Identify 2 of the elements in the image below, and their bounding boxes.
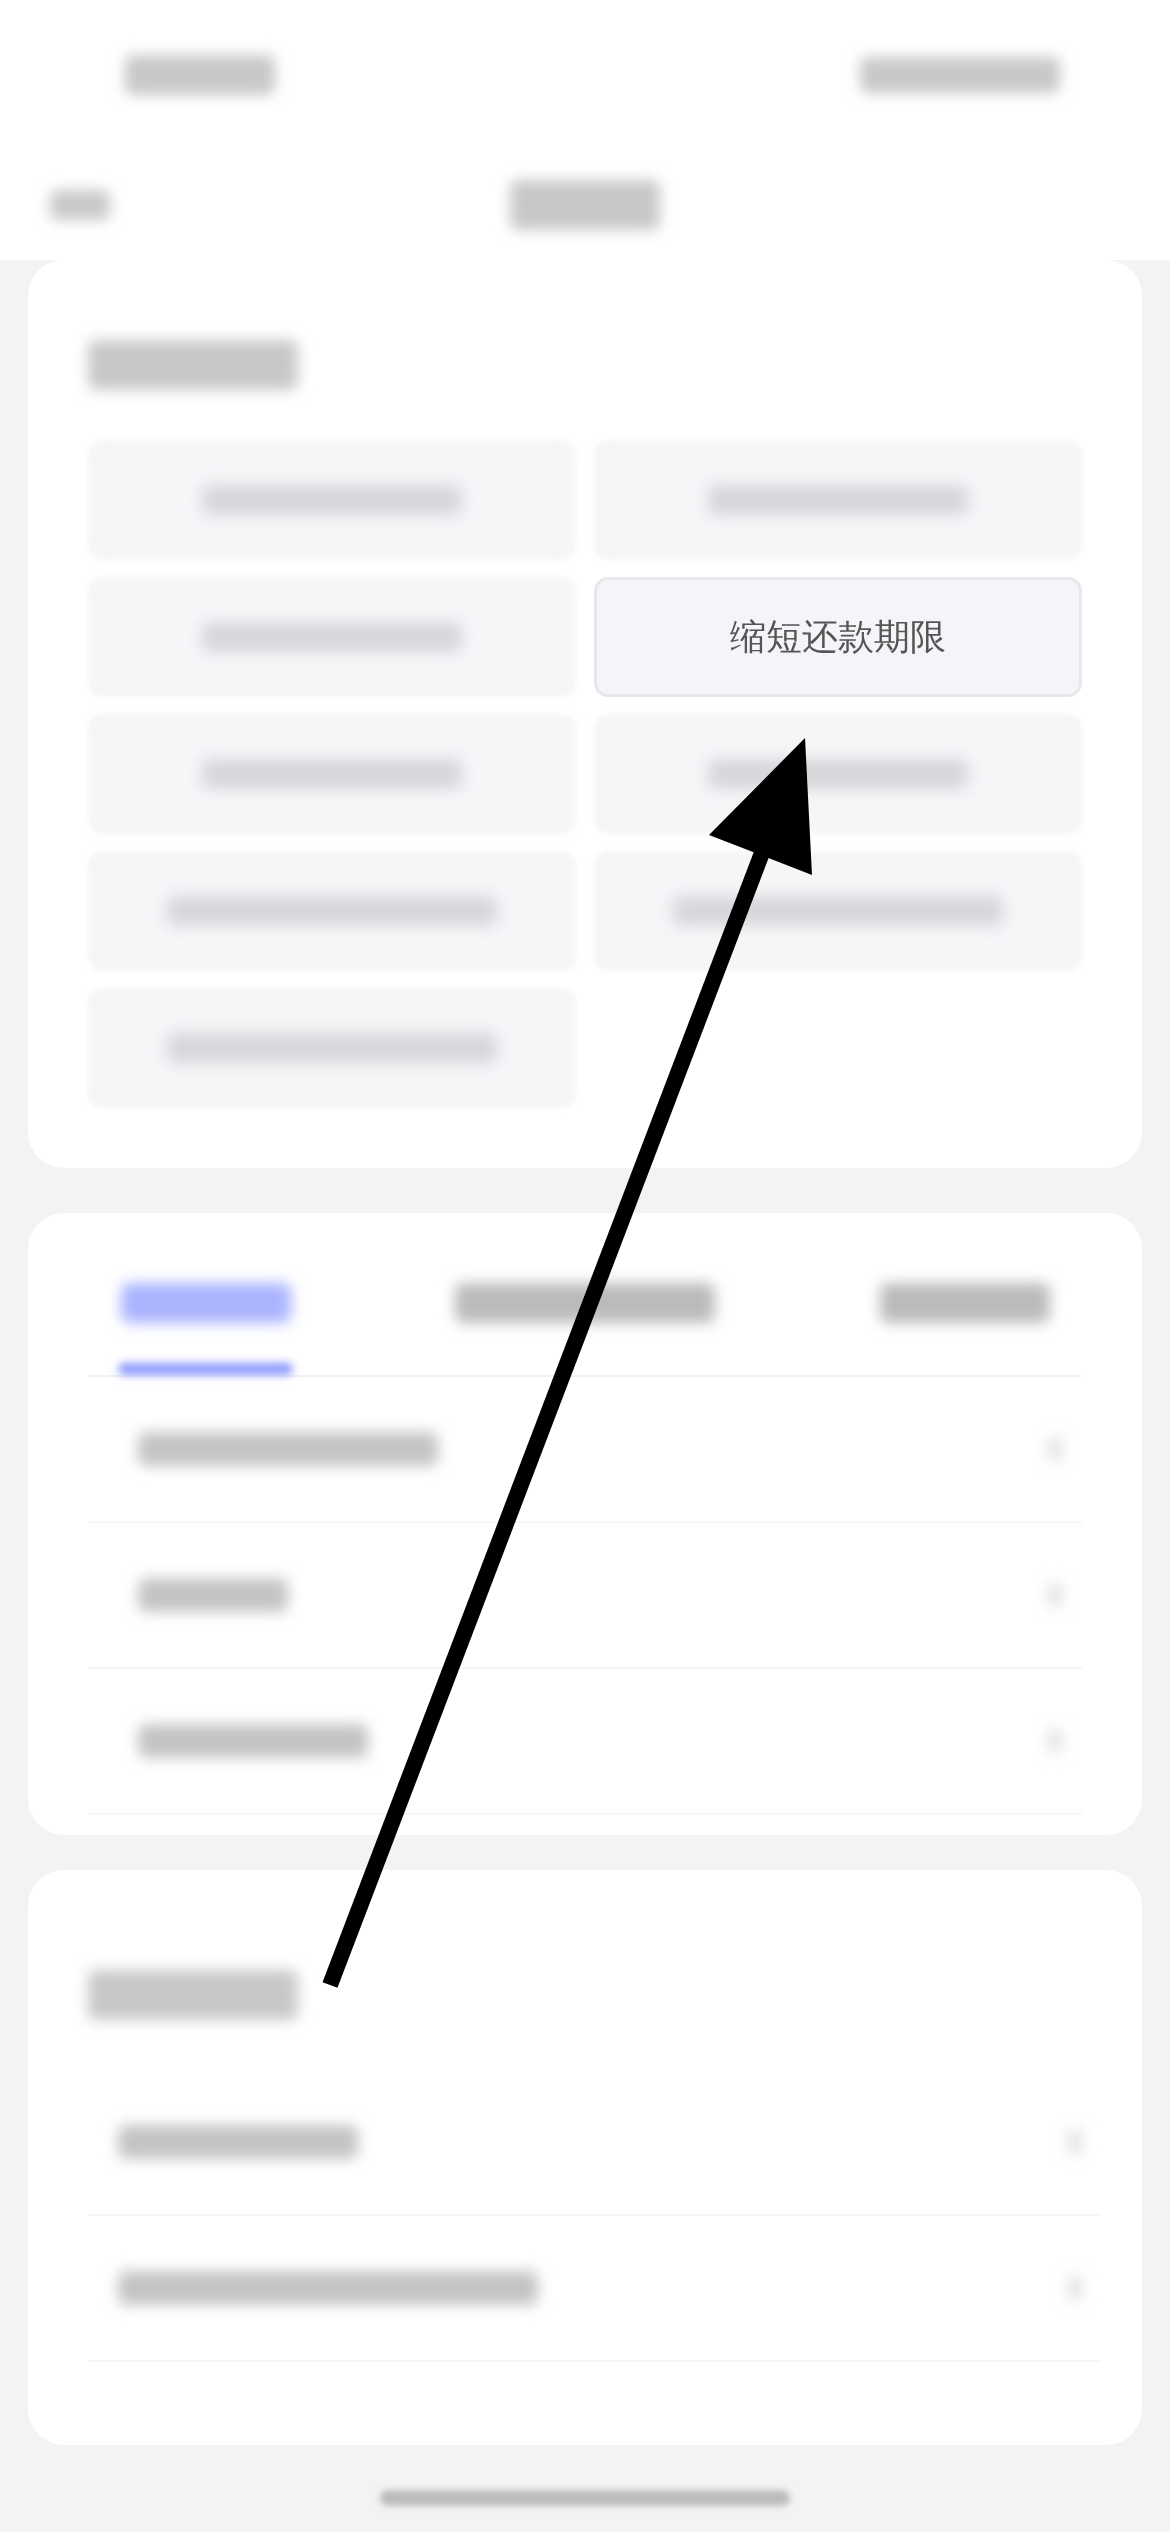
service-button[interactable]: 缩短还款期限 — [594, 577, 1082, 697]
blurred-back-icon[interactable] — [50, 190, 110, 220]
